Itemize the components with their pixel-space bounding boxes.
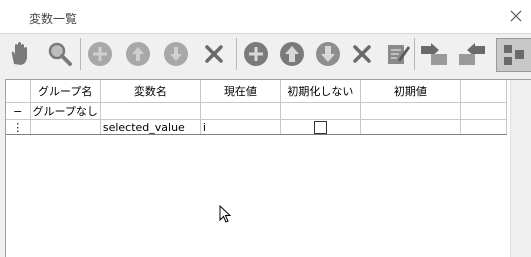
- toolbar-separator: [414, 38, 415, 70]
- move-left-icon: [459, 43, 485, 65]
- search-icon: [48, 42, 72, 66]
- initial-value-cell[interactable]: [360, 119, 461, 135]
- circle-down-icon: [164, 42, 188, 66]
- toolbar: [0, 34, 531, 74]
- variable-name-cell[interactable]: selected_value: [100, 119, 201, 135]
- hand-icon: [11, 42, 27, 65]
- delete-variable-button[interactable]: [346, 38, 378, 70]
- circle-down-icon: [316, 42, 340, 66]
- move-right-icon: [421, 43, 447, 65]
- window-title: 変数一覧: [29, 12, 78, 26]
- column-header-no-init[interactable]: 初期化しない: [280, 80, 361, 103]
- delete-group-button[interactable]: [198, 38, 230, 70]
- toolbar-separator: [236, 38, 237, 70]
- initial-value-cell[interactable]: [360, 102, 461, 120]
- table-row[interactable]: − グループなし: [6, 102, 507, 120]
- table-header-row: グループ名 変数名 現在値 初期化しない 初期値: [6, 80, 507, 103]
- variable-name-cell[interactable]: [100, 102, 201, 120]
- search-button[interactable]: [44, 38, 76, 70]
- toolbar-separator: [80, 38, 81, 70]
- extra-cell: [460, 119, 507, 135]
- close-button[interactable]: [507, 7, 525, 25]
- circle-up-icon: [280, 42, 304, 66]
- edit-icon: [388, 45, 410, 64]
- circle-up-icon: [126, 42, 150, 66]
- close-x-icon: [205, 45, 223, 63]
- column-header-extra: [460, 80, 507, 103]
- move-to-left-button[interactable]: [456, 38, 488, 70]
- variable-table: グループ名 変数名 現在値 初期化しない 初期値 − グループなし ⋮ sele…: [6, 80, 507, 135]
- row-marker[interactable]: ⋮: [6, 119, 31, 135]
- table-row[interactable]: ⋮ selected_value i: [6, 119, 507, 135]
- group-cell[interactable]: グループなし: [30, 102, 101, 120]
- current-value-cell[interactable]: i: [200, 119, 281, 135]
- mouse-cursor-icon: [219, 205, 232, 223]
- column-header-group[interactable]: グループ名: [30, 80, 101, 103]
- title-bar: 変数一覧: [0, 0, 531, 34]
- move-group-down-button[interactable]: [160, 38, 192, 70]
- no-init-checkbox[interactable]: [313, 120, 327, 134]
- column-header-variable-name[interactable]: 変数名: [100, 80, 201, 103]
- variable-grid[interactable]: グループ名 変数名 現在値 初期化しない 初期値 − グループなし ⋮ sele…: [5, 79, 531, 257]
- close-icon: [510, 10, 522, 22]
- move-group-up-button[interactable]: [122, 38, 154, 70]
- current-value-cell[interactable]: [200, 102, 281, 120]
- row-marker[interactable]: −: [6, 102, 31, 120]
- layout-icon: [504, 45, 524, 65]
- vertical-scrollbar[interactable]: [510, 80, 531, 257]
- add-variable-button[interactable]: [240, 38, 272, 70]
- column-header-marker[interactable]: [6, 80, 31, 103]
- move-variable-up-button[interactable]: [276, 38, 308, 70]
- close-x-icon: [353, 45, 371, 63]
- layout-button[interactable]: [496, 38, 531, 72]
- edit-variable-button[interactable]: [382, 38, 414, 70]
- extra-cell: [460, 102, 507, 120]
- column-header-initial-value[interactable]: 初期値: [360, 80, 461, 103]
- circle-plus-icon: [244, 42, 268, 66]
- move-variable-down-button[interactable]: [312, 38, 344, 70]
- group-cell[interactable]: [30, 119, 101, 135]
- circle-left-icon: [88, 42, 112, 66]
- hand-tool-button[interactable]: [4, 38, 36, 70]
- move-to-right-button[interactable]: [418, 38, 450, 70]
- no-init-cell: [280, 102, 361, 120]
- column-header-current-value[interactable]: 現在値: [200, 80, 281, 103]
- no-init-cell: [280, 119, 361, 135]
- add-group-button[interactable]: [84, 38, 116, 70]
